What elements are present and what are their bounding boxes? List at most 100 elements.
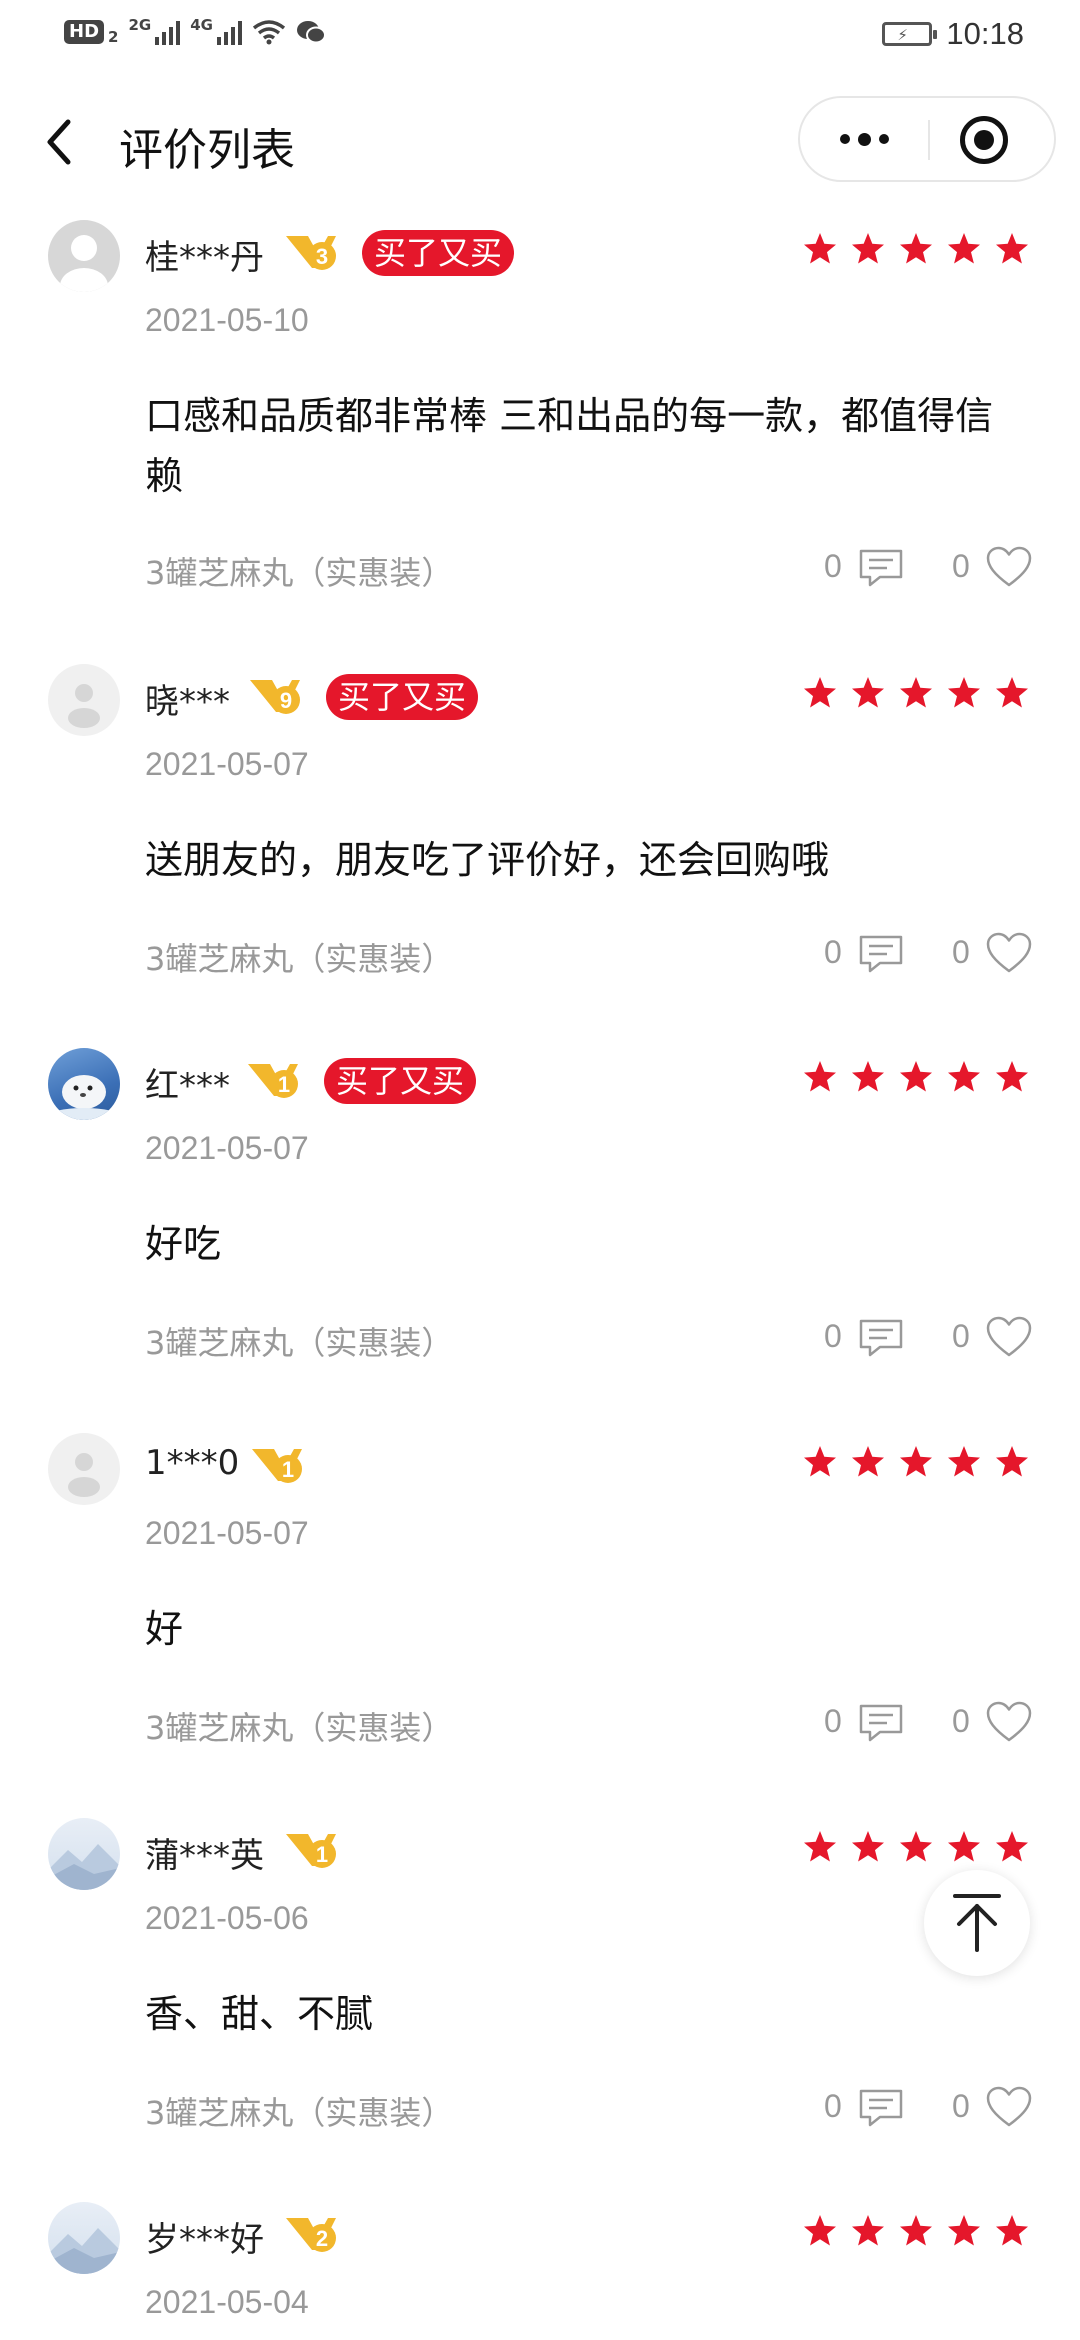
comment-count: 0 [824, 548, 842, 584]
rebuy-badge: 买了又买 [362, 230, 515, 276]
heart-icon[interactable] [986, 546, 1032, 588]
username: 1***0 [145, 1443, 240, 1483]
star-icon [852, 2215, 884, 2246]
wechat-icon [296, 21, 326, 44]
review-date: 2021-05-07 [145, 1515, 309, 1551]
star-icon [900, 677, 932, 708]
comment-icon[interactable] [858, 2088, 904, 2128]
avatar[interactable] [48, 1433, 120, 1505]
star-icon [852, 677, 884, 708]
star-icon [948, 1061, 980, 1092]
like-count: 0 [952, 548, 970, 584]
vip-level-badge-icon: 3 [286, 236, 336, 270]
more-options-button[interactable] [800, 98, 928, 180]
product-variant: 3罐芝麻丸（实惠装） [145, 2094, 454, 2132]
star-icon [852, 1446, 884, 1477]
comment-icon[interactable] [858, 1703, 904, 1743]
username: 红*** [145, 1066, 230, 1106]
star-icon [948, 233, 980, 264]
avatar[interactable] [48, 220, 120, 292]
network-label-4g: 4G [190, 16, 213, 34]
star-icon [900, 1446, 932, 1477]
rating-stars [803, 2214, 1029, 2248]
heart-icon[interactable] [986, 1316, 1032, 1358]
heart-icon[interactable] [986, 1701, 1032, 1743]
star-icon [948, 1831, 980, 1862]
star-icon [996, 677, 1028, 708]
review-text: 香、甜、不腻 [145, 1992, 374, 2036]
comment-icon[interactable] [858, 934, 904, 974]
star-icon [996, 1061, 1028, 1092]
battery-icon: ⚡ [882, 22, 938, 46]
star-icon [996, 1446, 1028, 1477]
comment-icon[interactable] [858, 1318, 904, 1358]
star-icon [900, 1831, 932, 1862]
heart-icon[interactable] [986, 932, 1032, 974]
star-icon [804, 677, 836, 708]
star-icon [900, 1061, 932, 1092]
avatar[interactable] [48, 664, 120, 736]
vip-level-badge-icon: 9 [250, 680, 300, 714]
rating-stars [803, 232, 1029, 266]
hd-sub-label: 2 [108, 28, 119, 46]
clock: 10:18 [946, 16, 1024, 51]
vip-level-badge-icon: 2 [286, 2218, 336, 2252]
review-text: 好 [145, 1607, 184, 1651]
review-text: 好吃 [145, 1222, 222, 1266]
product-variant: 3罐芝麻丸（实惠装） [145, 1324, 454, 1362]
vip-level-text: 9 [280, 688, 292, 713]
signal-icon [155, 19, 181, 45]
avatar[interactable] [48, 2202, 120, 2274]
product-variant: 3罐芝麻丸（实惠装） [145, 554, 454, 592]
username: 蒲***英 [145, 1836, 264, 1876]
review-text: 口感和品质都非常棒 三和出品的每一款，都值得信赖 [145, 394, 994, 498]
product-variant: 3罐芝麻丸（实惠装） [145, 940, 454, 978]
arrow-up-icon [953, 1894, 1001, 1952]
star-icon [804, 1831, 836, 1862]
status-right: ⚡ 10:18 [882, 16, 1024, 52]
rebuy-badge: 买了又买 [324, 1058, 477, 1104]
heart-icon[interactable] [986, 2086, 1032, 2128]
vip-level-text: 1 [282, 1457, 294, 1482]
star-icon [804, 2215, 836, 2246]
rating-stars [803, 1445, 1029, 1479]
back-arrow-icon[interactable] [40, 112, 80, 172]
nav-header: 评价列表 [0, 76, 1080, 206]
star-icon [948, 2215, 980, 2246]
product-variant: 3罐芝麻丸（实惠装） [145, 1709, 454, 1747]
vip-level-badge-icon: 1 [252, 1449, 302, 1483]
review-date: 2021-05-06 [145, 1900, 309, 1936]
comment-count: 0 [824, 2088, 842, 2124]
vip-level-badge-icon: 1 [286, 1834, 336, 1868]
comment-count: 0 [824, 1318, 842, 1354]
star-icon [996, 2215, 1028, 2246]
avatar[interactable] [48, 1048, 120, 1120]
review-date: 2021-05-07 [145, 1130, 309, 1166]
rating-stars [803, 1060, 1029, 1094]
star-icon [996, 1831, 1028, 1862]
like-count: 0 [952, 1703, 970, 1739]
star-icon [852, 1061, 884, 1092]
vip-level-text: 3 [316, 244, 328, 269]
network-label-2g: 2G [128, 16, 152, 34]
vip-level-text: 1 [316, 1842, 328, 1867]
rating-stars [803, 1830, 1029, 1864]
rebuy-badge: 买了又买 [326, 674, 479, 720]
star-icon [804, 233, 836, 264]
like-count: 0 [952, 1318, 970, 1354]
close-mini-program-button[interactable] [960, 116, 1008, 164]
avatar[interactable] [48, 1818, 120, 1890]
signal-icon-2 [216, 19, 242, 45]
vip-level-text: 1 [278, 1072, 290, 1097]
rating-stars [803, 676, 1029, 710]
review-date: 2021-05-07 [145, 746, 309, 782]
comment-icon[interactable] [858, 548, 904, 588]
star-icon [948, 677, 980, 708]
review-text: 送朋友的，朋友吃了评价好，还会回购哦 [145, 838, 830, 882]
status-left: HD 2 2G 4G [64, 16, 326, 46]
page-title: 评价列表 [119, 125, 295, 176]
back-to-top-button[interactable] [924, 1870, 1030, 1976]
status-bar: HD 2 2G 4G ⚡ 10:18 [0, 0, 1080, 76]
star-icon [900, 233, 932, 264]
star-icon [996, 233, 1028, 264]
